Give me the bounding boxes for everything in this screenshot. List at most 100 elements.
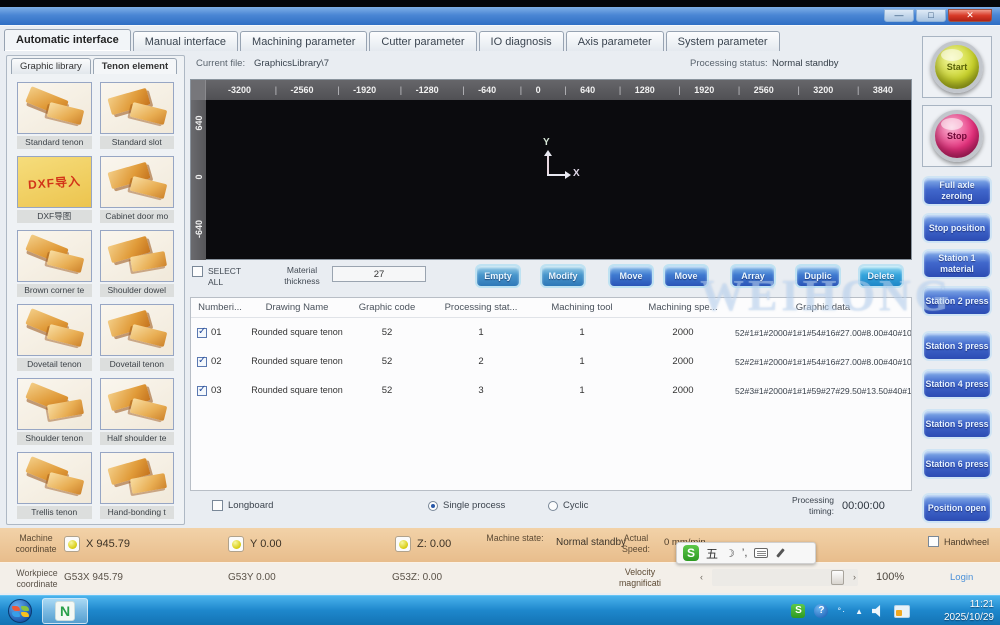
y-axis-arrow xyxy=(547,152,549,176)
start-menu-button[interactable] xyxy=(8,599,32,623)
longboard-checkbox[interactable] xyxy=(212,500,223,511)
station-3-press-button[interactable]: Station 3 press xyxy=(922,331,992,361)
material-thickness-input[interactable] xyxy=(332,266,426,282)
row-processing-status: 3 xyxy=(429,385,533,396)
longboard-option[interactable]: Longboard xyxy=(212,500,273,511)
velocity-slider-left-arrow[interactable]: ‹ xyxy=(700,572,703,582)
station-4-press-button[interactable]: Station 4 press xyxy=(922,369,992,399)
tab-io-diagnosis[interactable]: IO diagnosis xyxy=(479,31,564,51)
library-item-label: Half shoulder te xyxy=(100,432,175,445)
velocity-slider-right-arrow[interactable]: › xyxy=(853,572,856,582)
cyclic-option[interactable]: Cyclic xyxy=(548,500,588,511)
handwheel-checkbox[interactable] xyxy=(928,536,939,547)
library-item-brown-corner[interactable]: Brown corner te xyxy=(17,230,92,297)
library-item-dovetail-tenon-2[interactable]: Dovetail tenon xyxy=(100,304,175,371)
select-all-control[interactable]: SELECT ALL xyxy=(192,266,248,287)
start-button[interactable]: Start xyxy=(931,41,983,93)
soft-keyboard-icon[interactable] xyxy=(754,548,768,558)
tab-graphic-library[interactable]: Graphic library xyxy=(11,58,91,74)
library-item-dovetail-tenon-1[interactable]: Dovetail tenon xyxy=(17,304,92,371)
tab-axis-parameter[interactable]: Axis parameter xyxy=(566,31,664,51)
punctuation-icon[interactable]: ’, xyxy=(742,547,748,559)
duplicate-button[interactable]: Duplic xyxy=(795,264,841,288)
tab-tenon-element[interactable]: Tenon element xyxy=(93,58,177,74)
station-2-press-button[interactable]: Station 2 press xyxy=(922,286,992,316)
library-item-label: Brown corner te xyxy=(17,284,92,297)
stop-button[interactable]: Stop xyxy=(931,110,983,162)
tray-misc-icon[interactable]: °· xyxy=(837,606,846,616)
table-header-row: Numberi... Drawing Name Graphic code Pro… xyxy=(191,298,911,318)
library-item-cabinet-door[interactable]: Cabinet door mo xyxy=(100,156,175,223)
ime-settings-icon[interactable] xyxy=(775,548,785,558)
tenon-thumbnail xyxy=(17,304,92,356)
delete-button[interactable]: Delete xyxy=(858,264,904,288)
library-item-shoulder-dowel[interactable]: Shoulder dowel xyxy=(100,230,175,297)
moon-icon[interactable]: ☽ xyxy=(725,547,735,560)
velocity-slider[interactable]: › xyxy=(712,569,858,586)
processing-status-value: Normal standby xyxy=(772,58,839,69)
single-process-radio[interactable] xyxy=(428,501,438,511)
library-item-dxf-import[interactable]: DXF导入 DXF导图 xyxy=(17,156,92,223)
taskbar-clock[interactable]: 11:21 2025/10/29 xyxy=(914,598,994,624)
minimize-button[interactable]: — xyxy=(884,9,914,22)
tab-manual-interface[interactable]: Manual interface xyxy=(133,31,238,51)
modify-button[interactable]: Modify xyxy=(540,264,586,288)
library-item-trellis-tenon[interactable]: Trellis tenon xyxy=(17,452,92,519)
library-item-hand-bonding[interactable]: Hand-bonding t xyxy=(100,452,175,519)
y-coordinate-value: Y 0.00 xyxy=(250,538,282,550)
array-button[interactable]: Array xyxy=(730,264,776,288)
handwheel-option[interactable]: Handwheel xyxy=(928,536,989,547)
position-open-button[interactable]: Position open xyxy=(922,493,992,523)
origin-axis-marker: Y X xyxy=(539,140,579,186)
table-row[interactable]: 02 Rounded square tenon 52 2 1 2000 52#2… xyxy=(191,347,911,376)
sogou-icon[interactable]: S xyxy=(683,545,699,561)
cyclic-radio[interactable] xyxy=(548,501,558,511)
library-item-half-shoulder[interactable]: Half shoulder te xyxy=(100,378,175,445)
vertical-ruler: 640 0 -640 xyxy=(191,100,206,260)
ime-mode-glyph[interactable]: 五 xyxy=(706,545,718,562)
row-checkbox[interactable] xyxy=(197,357,207,367)
station-5-press-button[interactable]: Station 5 press xyxy=(922,409,992,439)
full-axle-zeroing-button[interactable]: Full axle zeroing xyxy=(922,176,992,206)
login-link[interactable]: Login xyxy=(950,572,973,583)
sogou-ime-bar[interactable]: S 五 ☽ ’, xyxy=(676,542,816,564)
station-6-press-button[interactable]: Station 6 press xyxy=(922,449,992,479)
move-right-button[interactable]: Move xyxy=(663,264,709,288)
table-row[interactable]: 01 Rounded square tenon 52 1 1 2000 52#1… xyxy=(191,318,911,347)
single-process-label: Single process xyxy=(443,500,505,511)
g53y-value: G53Y 0.00 xyxy=(228,572,276,583)
single-process-option[interactable]: Single process xyxy=(428,500,505,511)
taskbar-app-button[interactable]: N xyxy=(42,598,88,624)
row-checkbox[interactable] xyxy=(197,386,207,396)
tab-system-parameter[interactable]: System parameter xyxy=(666,31,780,51)
station-1-material-button[interactable]: Station 1 material xyxy=(922,249,992,279)
select-all-checkbox[interactable] xyxy=(192,266,203,277)
tenon-thumbnail xyxy=(17,82,92,134)
library-item-standard-slot[interactable]: Standard slot xyxy=(100,82,175,149)
library-item-shoulder-tenon[interactable]: Shoulder tenon xyxy=(17,378,92,445)
help-tray-icon[interactable]: ? xyxy=(814,604,828,618)
library-item-label: Dovetail tenon xyxy=(17,358,92,371)
stop-position-button[interactable]: Stop position xyxy=(922,213,992,243)
table-row[interactable]: 03 Rounded square tenon 52 3 1 2000 52#3… xyxy=(191,376,911,405)
move-left-button[interactable]: Move xyxy=(608,264,654,288)
tab-cutter-parameter[interactable]: Cutter parameter xyxy=(369,31,476,51)
tab-automatic-interface[interactable]: Automatic interface xyxy=(4,29,131,51)
drawing-canvas[interactable]: -3200 -2560 -1920 -1280 -640 0 640 1280 … xyxy=(190,79,912,260)
show-hidden-icons-button[interactable]: ▲ xyxy=(855,607,863,616)
library-item-label: Shoulder dowel xyxy=(100,284,175,297)
library-grid: Standard tenon Standard slot DXF导入 DXF导图… xyxy=(7,74,184,527)
row-checkbox[interactable] xyxy=(197,328,207,338)
empty-button[interactable]: Empty xyxy=(475,264,521,288)
material-thickness-label: Material thickness xyxy=(276,265,328,287)
sogou-tray-icon[interactable]: S xyxy=(791,604,805,618)
library-item-standard-tenon[interactable]: Standard tenon xyxy=(17,82,92,149)
maximize-button[interactable]: □ xyxy=(916,9,946,22)
close-button[interactable]: ✕ xyxy=(948,9,992,22)
col-graphic-data: Graphic data xyxy=(735,302,911,313)
velocity-slider-thumb[interactable] xyxy=(831,570,844,585)
volume-icon[interactable] xyxy=(872,605,885,617)
tab-machining-parameter[interactable]: Machining parameter xyxy=(240,31,367,51)
machine-control-panel: Start Stop Full axle zeroing Stop positi… xyxy=(918,26,996,596)
network-icon[interactable] xyxy=(894,605,910,618)
